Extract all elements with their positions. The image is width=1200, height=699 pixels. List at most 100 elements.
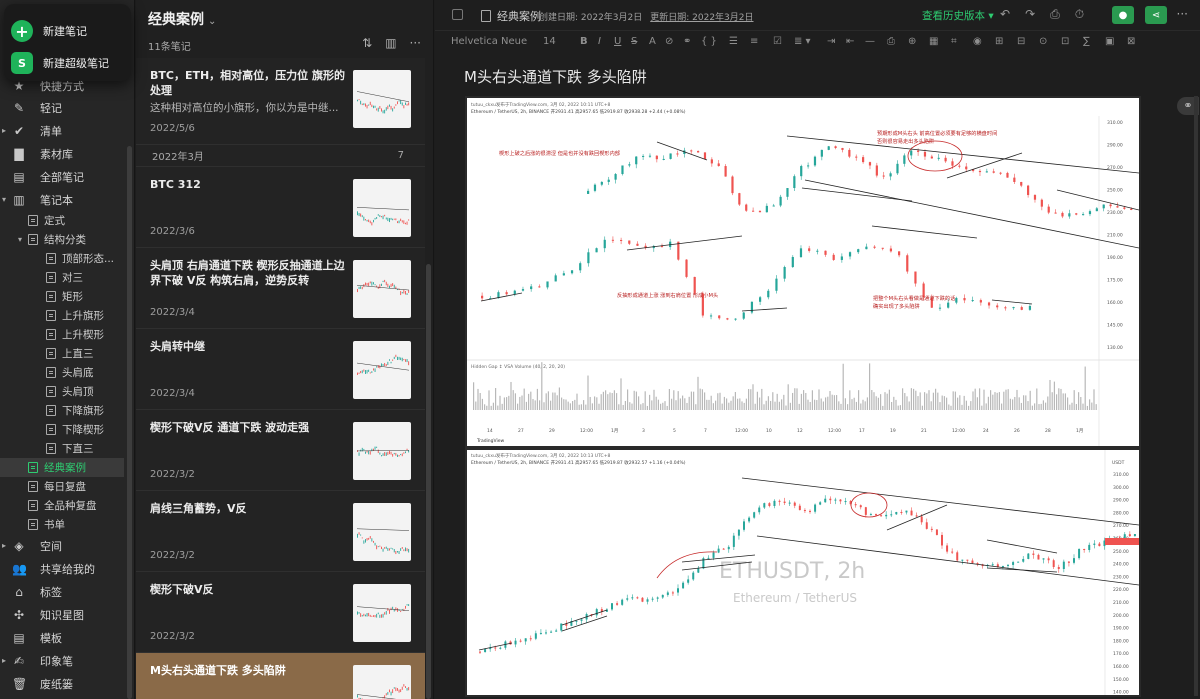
document-title[interactable]: M头右头通道下跌 多头陷阱	[464, 66, 647, 87]
more-icon[interactable]: ···	[1177, 7, 1188, 21]
underline-icon[interactable]: U	[614, 36, 621, 47]
updated-date[interactable]: 更新日期: 2022年3月2日	[650, 13, 753, 23]
italic-icon[interactable]: I	[598, 36, 601, 47]
cube-icon: ◈	[14, 538, 24, 553]
sidebar-notebook-item[interactable]: 上升旗形	[0, 306, 124, 325]
attachment-icon[interactable]: ⊕	[908, 36, 916, 47]
sidebar-notebook-item[interactable]: 下降旗形	[0, 401, 124, 420]
present-icon[interactable]: ⎙	[1050, 7, 1060, 22]
sidebar-notebook-item[interactable]: 上升楔形	[0, 325, 124, 344]
share-button[interactable]: ⋖	[1145, 6, 1167, 24]
clear-format-icon[interactable]: ⊠	[1127, 36, 1135, 47]
note-card[interactable]: 头肩转中继 2022/3/4	[136, 329, 425, 410]
sidebar-item-cube[interactable]: ▸ ◈ 空间	[0, 534, 124, 557]
strikethrough-icon[interactable]: S	[631, 36, 637, 47]
chevron-down-icon[interactable]: ▾	[18, 235, 22, 244]
expand-icon[interactable]	[452, 9, 463, 20]
print-icon[interactable]: ⎙	[887, 36, 895, 47]
note-card[interactable]: 楔形下破V反 通道下跌 波动走强 2022/3/2	[136, 410, 425, 491]
text-color-icon[interactable]: A	[649, 36, 656, 47]
math-icon[interactable]: ∑	[1083, 36, 1090, 47]
chevron-right-icon[interactable]: ▸	[2, 541, 6, 550]
sidebar-item-tag[interactable]: ⌂ 标签	[0, 580, 124, 603]
sidebar-notebook-item[interactable]: 定式	[0, 211, 124, 230]
note-card[interactable]: BTC，ETH，相对高位，压力位 旗形的处理 这种相对高位的小旗形，你以为是中继.…	[136, 58, 425, 145]
sidebar-notebook-item[interactable]: 下直三	[0, 439, 124, 458]
sidebar-notebook-item[interactable]: 经典案例	[0, 458, 124, 477]
reminder-icon[interactable]: ⏱	[1075, 7, 1084, 22]
user-button[interactable]: ●	[1112, 6, 1134, 24]
sidebar-item-register[interactable]: ▦注册「印象T...	[0, 695, 124, 699]
notebook-title[interactable]: 经典案例 ⌄	[148, 9, 216, 29]
font-select[interactable]: Helvetica Neue	[451, 36, 527, 47]
indent-icon[interactable]: ⇥	[827, 36, 835, 47]
sidebar-notebook-item[interactable]: 矩形	[0, 287, 124, 306]
sidebar-item-template[interactable]: ▤ 模板	[0, 626, 124, 649]
price-candle-body	[910, 510, 913, 516]
sidebar-scrollbar[interactable]	[127, 146, 132, 699]
sidebar-item-all-notes[interactable]: ▤ 全部笔记	[0, 165, 124, 188]
sidebar-notebook-item[interactable]: 对三	[0, 268, 124, 287]
outdent-icon[interactable]: ⇤	[846, 36, 854, 47]
redo-icon[interactable]: ↷	[1025, 7, 1035, 22]
volume-bar	[906, 396, 908, 410]
sidebar-notebook-item[interactable]: 每日复盘	[0, 477, 124, 496]
note-list-scrollbar[interactable]	[426, 264, 431, 699]
sidebar-notebook-item[interactable]: 书单	[0, 515, 124, 534]
sidebar-notebook-item[interactable]: 上直三	[0, 344, 124, 363]
chevron-right-icon[interactable]: ▸	[2, 126, 6, 135]
undo-icon[interactable]: ↶	[1000, 7, 1010, 22]
highlight-icon[interactable]: ⊘	[665, 36, 673, 47]
sidebar-notebook-item[interactable]: 全品种复盘	[0, 496, 124, 515]
chevron-right-icon[interactable]: ▸	[2, 656, 6, 665]
lock-icon[interactable]: ⊡	[1061, 36, 1069, 47]
align-icon[interactable]: ≣ ▾	[794, 36, 811, 47]
note-card[interactable]: BTC 312 2022/3/6	[136, 167, 425, 248]
font-size-select[interactable]: 14	[543, 36, 556, 47]
note-card[interactable]: 头肩顶 右肩通道下跌 楔形反抽通道上边界下破 V反 构筑右肩，逆势反转 2022/…	[136, 248, 425, 329]
image-icon[interactable]: ⌗	[951, 36, 957, 47]
mindmap-icon[interactable]: ⊙	[1039, 36, 1047, 47]
code-icon[interactable]: { }	[701, 36, 717, 47]
sidebar-item-graph[interactable]: ✣ 知识星图	[0, 603, 124, 626]
history-button[interactable]: 查看历史版本 ▾	[922, 8, 994, 23]
sidebar-item-trash[interactable]: 🗑 废纸篓	[0, 672, 124, 695]
sidebar-notebook-item[interactable]: 顶部形态...	[0, 249, 124, 268]
template-icon[interactable]: ⊟	[1017, 36, 1025, 47]
sort-icon[interactable]: ⇅	[362, 36, 372, 50]
note-card[interactable]: M头右头通道下跌 多头陷阱	[136, 653, 425, 699]
more-icon[interactable]: ···	[410, 36, 421, 50]
notebook-breadcrumb[interactable]: 经典案例	[481, 8, 541, 24]
sidebar-item-notebooks[interactable]: ▾ ▥ 笔记本	[0, 188, 124, 211]
new-super-note-button[interactable]: S 新建超级笔记	[11, 50, 109, 76]
note-card[interactable]: 楔形下破V反 2022/3/2	[136, 572, 425, 653]
sidebar-notebook-item[interactable]: 头肩底	[0, 363, 124, 382]
hr-icon[interactable]: —	[865, 36, 875, 47]
sidebar-item-materials[interactable]: ▇ 素材库	[0, 142, 124, 165]
view-toggle-icon[interactable]: ▥	[385, 36, 396, 50]
draw-icon[interactable]: ⊞	[995, 36, 1003, 47]
sidebar-item-tasks[interactable]: ▸ ✔ 清单	[0, 119, 124, 142]
bullet-list-icon[interactable]: ☰	[729, 36, 738, 47]
editor-scrollbar[interactable]	[1194, 96, 1198, 696]
calendar-icon[interactable]: ▣	[1105, 36, 1114, 47]
volume-bar	[723, 396, 725, 410]
sidebar-item-people[interactable]: 👥 共享给我的	[0, 557, 124, 580]
price-candle-body	[809, 510, 811, 512]
link-icon[interactable]: ⚭	[683, 36, 691, 47]
sidebar-notebook-item[interactable]: 头肩顶	[0, 382, 124, 401]
sidebar-notebook-item[interactable]: 下降楔形	[0, 420, 124, 439]
chevron-down-icon[interactable]: ⌄	[208, 16, 216, 27]
sidebar-item-quick-note[interactable]: ✎ 轻记	[0, 96, 124, 119]
sidebar-notebook-item[interactable]: ▾ 结构分类	[0, 230, 124, 249]
audio-icon[interactable]: ◉	[973, 36, 982, 47]
note-card[interactable]: 肩线三角蓄势，V反 2022/3/2	[136, 491, 425, 572]
table-icon[interactable]: ▦	[929, 36, 938, 47]
sidebar-item-stylus[interactable]: ▸ ✍ 印象笔	[0, 649, 124, 672]
bold-icon[interactable]: B	[580, 36, 588, 47]
price-candle-body	[763, 503, 766, 508]
chevron-down-icon[interactable]: ▾	[2, 195, 6, 204]
numbered-list-icon[interactable]: ≡	[750, 36, 758, 47]
checklist-icon[interactable]: ☑	[773, 36, 782, 47]
new-note-button[interactable]: + 新建笔记	[11, 18, 87, 44]
